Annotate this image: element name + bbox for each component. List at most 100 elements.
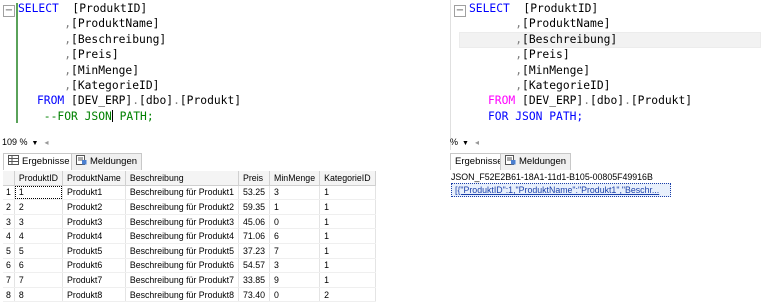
right-zoom-value[interactable]: % [450,137,458,147]
collapse-icon[interactable]: − [454,5,466,17]
row-number[interactable]: 2 [3,200,14,215]
table-cell[interactable]: 1 [320,200,375,215]
table-cell[interactable]: 1 [320,243,375,258]
code-line[interactable]: ,[Beschreibung] [454,32,692,47]
table-cell[interactable]: 6 [14,258,62,273]
table-cell[interactable]: 1 [320,214,375,229]
table-cell[interactable]: 1 [320,185,375,200]
table-cell[interactable]: Produkt1 [63,185,126,200]
table-row[interactable]: 5 5 Produkt5 Beschreibung für Produkt5 37.23… [3,243,375,258]
right-sql-code[interactable]: − SELECT [ProduktID] ,[ProduktName] ,[Bes… [454,1,692,124]
tab-results[interactable]: Ergebnisse [3,153,75,170]
table-cell[interactable]: Beschreibung für Produkt4 [125,229,238,244]
table-cell[interactable]: 2 [14,200,62,215]
tab-messages[interactable]: Meldungen [500,153,571,170]
table-cell[interactable]: Produkt7 [63,273,126,288]
table-cell[interactable]: 73.40 [239,287,270,302]
table-cell[interactable]: Produkt3 [63,214,126,229]
json-result-link[interactable]: [{"ProduktID":1,"ProduktName":"Produkt1"… [455,185,659,195]
row-number[interactable]: 5 [3,243,14,258]
table-cell[interactable]: 9 [270,273,320,288]
json-result-cell[interactable]: [{"ProduktID":1,"ProduktName":"Produkt1"… [451,183,671,197]
code-line[interactable]: --FOR JSON PATH; [3,109,241,124]
table-row[interactable]: 6 6 Produkt6 Beschreibung für Produkt6 54.57… [3,258,375,273]
code-line[interactable]: − SELECT [ProduktID] [454,1,692,16]
table-cell[interactable]: 5 [14,243,62,258]
table-cell[interactable]: 1 [270,200,320,215]
tab-results[interactable]: Ergebnisse [450,153,508,170]
left-zoom-value[interactable]: 109 % [2,137,28,147]
table-cell[interactable]: Produkt6 [63,258,126,273]
table-cell[interactable]: 6 [270,229,320,244]
table-cell[interactable]: 4 [14,229,62,244]
table-cell[interactable]: 3 [14,214,62,229]
table-cell[interactable]: 33.85 [239,273,270,288]
table-cell[interactable]: 1 [320,273,375,288]
table-cell[interactable]: 37.23 [239,243,270,258]
code-line[interactable]: ,[MinMenge] [454,63,692,78]
table-cell[interactable]: Produkt2 [63,200,126,215]
table-cell[interactable]: 1 [14,185,62,200]
table-cell[interactable]: 45.06 [239,214,270,229]
code-line[interactable]: ,[KategorieID] [454,78,692,93]
table-cell[interactable]: 59.35 [239,200,270,215]
table-cell[interactable]: 0 [270,214,320,229]
table-row[interactable]: 2 2 Produkt2 Beschreibung für Produkt2 59.35… [3,200,375,215]
column-header[interactable]: ProduktID [14,171,62,185]
code-line[interactable]: ,[Preis] [454,47,692,62]
collapse-icon[interactable]: − [3,5,15,17]
table-cell[interactable]: Beschreibung für Produkt2 [125,200,238,215]
code-line[interactable]: − SELECT [ProduktID] [3,1,241,16]
column-header[interactable]: ProduktName [63,171,126,185]
table-cell[interactable]: 1 [320,258,375,273]
scroll-left-icon[interactable]: ◂ [475,138,479,147]
table-cell[interactable]: Beschreibung für Produkt5 [125,243,238,258]
tab-messages[interactable]: Meldungen [71,153,142,170]
right-zoom-control[interactable]: % ▼ ◂ [450,135,479,149]
left-sql-code[interactable]: − SELECT [ProduktID] ,[ProduktName] ,[Bes… [3,1,241,124]
code-line[interactable]: ,[Beschreibung] [3,32,241,47]
column-header[interactable]: MinMenge [270,171,320,185]
code-line[interactable]: FROM [DEV_ERP].[dbo].[Produkt] [3,93,241,108]
row-number[interactable]: 1 [3,185,14,200]
right-query-editor[interactable]: − SELECT [ProduktID] ,[ProduktName] ,[Bes… [450,0,768,150]
column-header[interactable]: KategorieID [320,171,375,185]
row-number[interactable]: 3 [3,214,14,229]
left-zoom-control[interactable]: 109 % ▼ ◂ [2,135,48,149]
table-cell[interactable]: Beschreibung für Produkt8 [125,287,238,302]
table-row[interactable]: 1 1 Produkt1 Beschreibung für Produkt1 53.25… [3,185,375,200]
table-row[interactable]: 7 7 Produkt7 Beschreibung für Produkt7 33.85… [3,273,375,288]
table-cell[interactable]: 7 [270,243,320,258]
results-grid[interactable]: ProduktID ProduktName Beschreibung Preis Min… [3,171,376,302]
table-cell[interactable]: 2 [320,287,375,302]
table-cell[interactable]: Beschreibung für Produkt3 [125,214,238,229]
table-cell[interactable]: 8 [14,287,62,302]
row-number[interactable]: 7 [3,273,14,288]
table-cell[interactable]: Beschreibung für Produkt6 [125,258,238,273]
table-cell[interactable]: 53.25 [239,185,270,200]
table-cell[interactable]: 0 [270,287,320,302]
table-cell[interactable]: Produkt5 [63,243,126,258]
row-number[interactable]: 8 [3,287,14,302]
code-line[interactable]: ,[Preis] [3,47,241,62]
table-cell[interactable]: 1 [320,229,375,244]
code-line[interactable]: FOR JSON PATH; [454,109,692,124]
chevron-down-icon[interactable]: ▼ [32,140,39,147]
column-header[interactable]: Beschreibung [125,171,238,185]
code-line[interactable]: ,[MinMenge] [3,63,241,78]
code-line[interactable]: ,[ProduktName] [454,16,692,31]
code-line[interactable]: ,[KategorieID] [3,78,241,93]
left-query-editor[interactable]: − SELECT [ProduktID] ,[ProduktName] ,[Bes… [0,0,440,150]
table-row[interactable]: 4 4 Produkt4 Beschreibung für Produkt4 71.06… [3,229,375,244]
table-cell[interactable]: 7 [14,273,62,288]
chevron-down-icon[interactable]: ▼ [462,140,469,147]
table-cell[interactable]: Produkt8 [63,287,126,302]
table-cell[interactable]: 3 [270,258,320,273]
scroll-left-icon[interactable]: ◂ [44,138,48,147]
table-cell[interactable]: 3 [270,185,320,200]
code-line[interactable]: FROM [DEV_ERP].[dbo].[Produkt] [454,93,692,108]
table-cell[interactable]: Produkt4 [63,229,126,244]
row-number[interactable]: 4 [3,229,14,244]
table-cell[interactable]: 54.57 [239,258,270,273]
table-row[interactable]: 8 8 Produkt8 Beschreibung für Produkt8 73.40… [3,287,375,302]
